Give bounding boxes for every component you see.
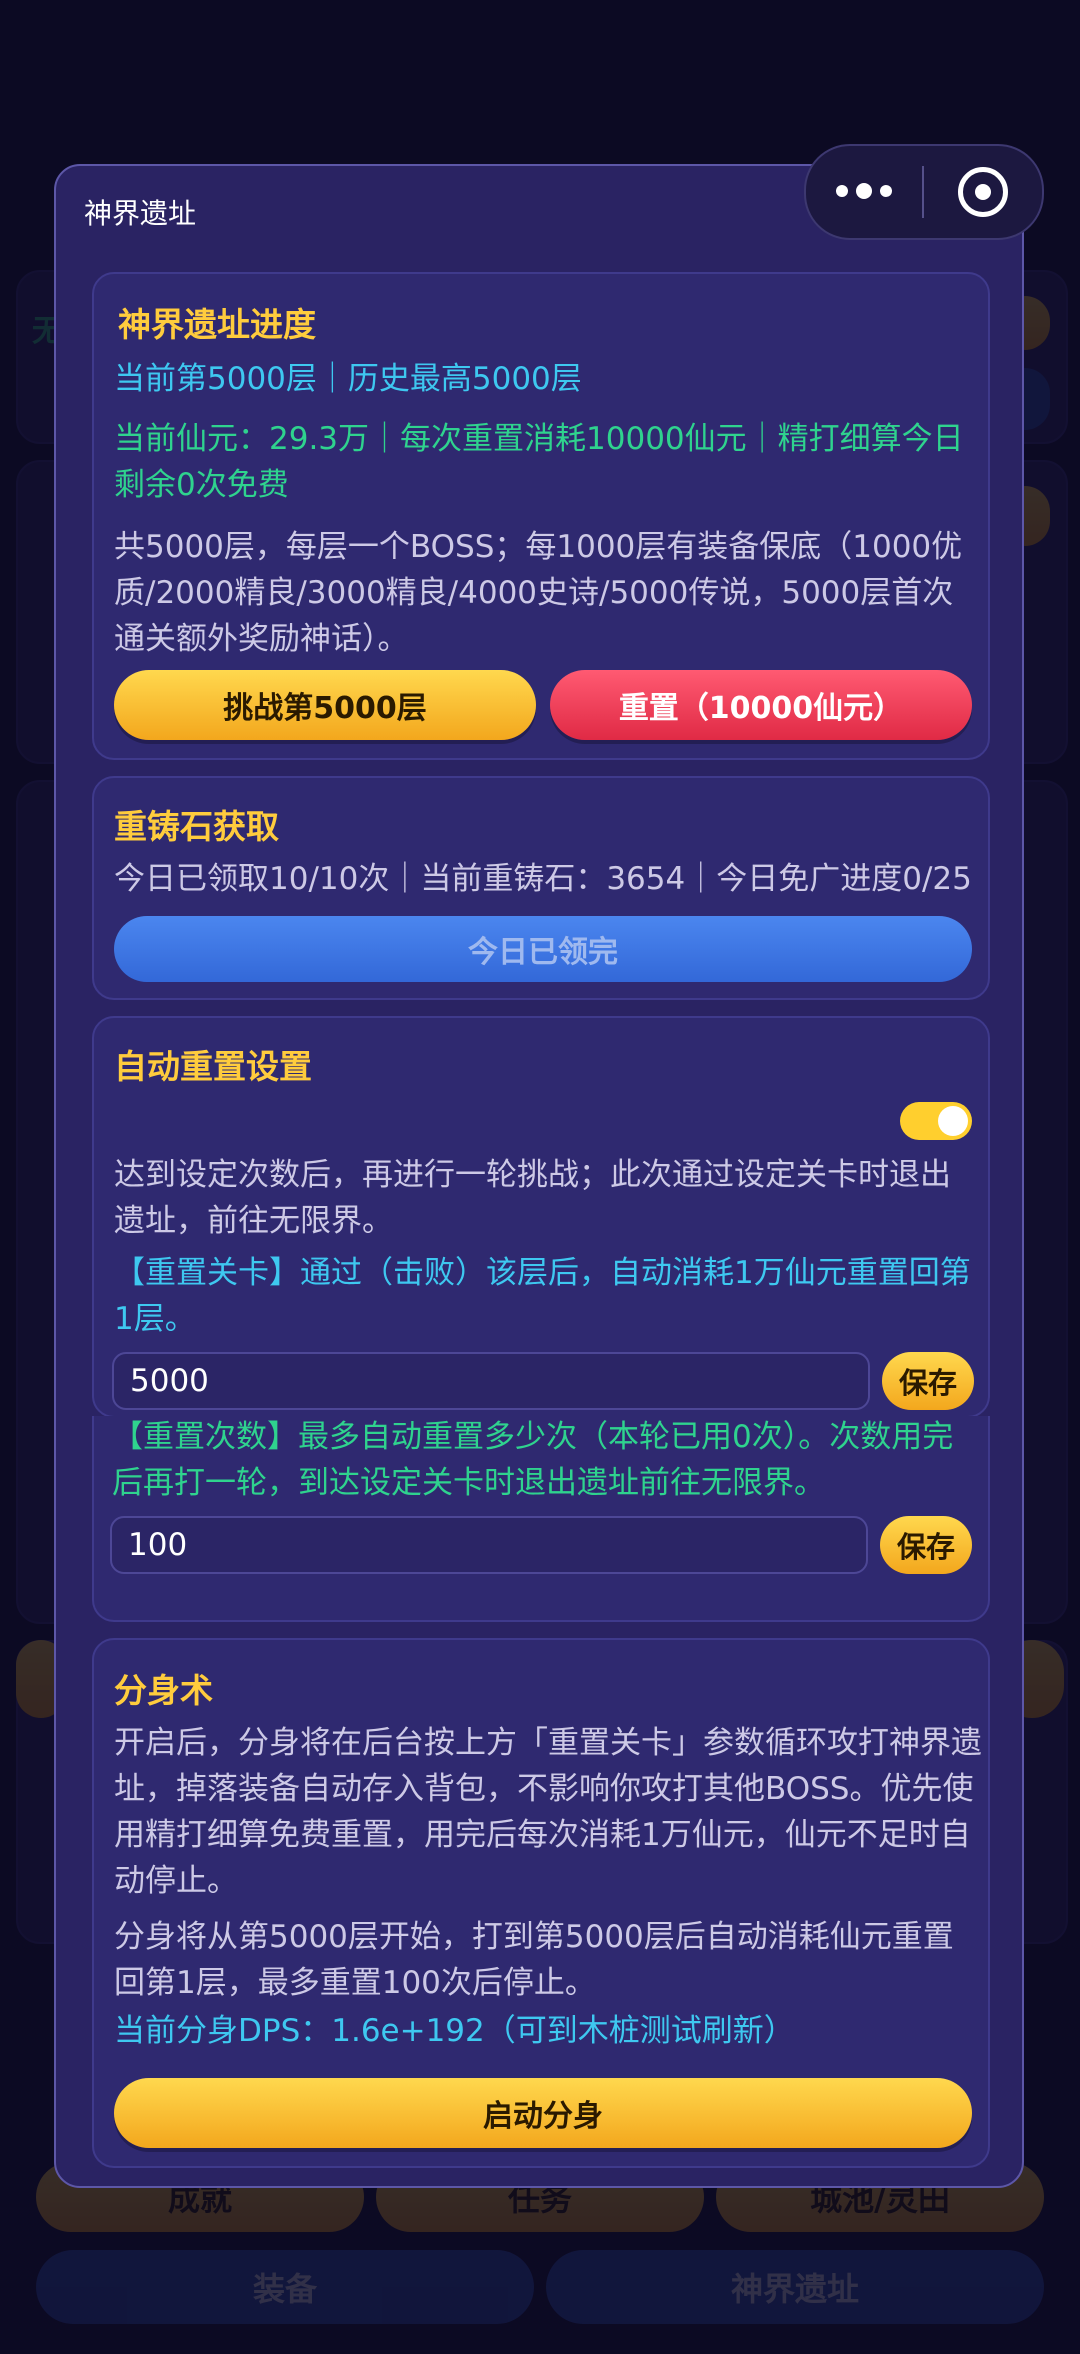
auto-reset-title: 自动重置设置 bbox=[114, 1047, 312, 1086]
reset-stage-input[interactable]: 5000 bbox=[112, 1352, 870, 1410]
ruins-modal: 神界遗址 神界遗址进度 当前第5000层｜历史最高5000层 当前仙元：29.3… bbox=[54, 164, 1024, 2188]
save-count-button[interactable]: 保存 bbox=[880, 1516, 972, 1574]
count-desc: 【重置次数】最多自动重置多少次（本轮已用0次）。次数用完后再打一轮，到达设定关卡… bbox=[112, 1419, 954, 1501]
reforge-info: 今日已领取10/10次｜当前重铸石：3654｜今日免广进度0/25 bbox=[114, 861, 972, 897]
clone-title: 分身术 bbox=[114, 1671, 213, 1710]
reforge-title: 重铸石获取 bbox=[114, 807, 279, 846]
progress-desc: 共5000层，每层一个BOSS；每1000层有装备保底（1000优质/2000精… bbox=[114, 529, 963, 657]
miniprogram-capsule bbox=[804, 144, 1044, 240]
clone-desc-2: 分身将从第5000层开始，打到第5000层后自动消耗仙元重置回第1层，最多重置1… bbox=[114, 1919, 954, 2001]
progress-title: 神界遗址进度 bbox=[118, 305, 316, 344]
start-clone-button[interactable]: 启动分身 bbox=[114, 2078, 972, 2148]
reset-button[interactable]: 重置（10000仙元） bbox=[550, 670, 972, 740]
reforge-section: 重铸石获取 今日已领取10/10次｜当前重铸石：3654｜今日免广进度0/25 … bbox=[92, 776, 990, 1000]
currency-line: 当前仙元：29.3万｜每次重置消耗10000仙元｜精打细算今日剩余0次免费 bbox=[114, 421, 964, 503]
reset-count-input[interactable]: 100 bbox=[110, 1516, 868, 1574]
modal-title: 神界遗址 bbox=[84, 197, 197, 230]
auto-reset-desc: 达到设定次数后，再进行一轮挑战；此次通过设定关卡时退出遗址，前往无限界。 bbox=[114, 1157, 951, 1239]
clone-dps: 当前分身DPS：1.6e+192（可到木桩测试刷新） bbox=[114, 2013, 795, 2049]
save-stage-button[interactable]: 保存 bbox=[882, 1352, 974, 1410]
challenge-button[interactable]: 挑战第5000层 bbox=[114, 670, 536, 740]
clone-section: 分身术 开启后，分身将在后台按上方「重置关卡」参数循环攻打神界遗址，掉落装备自动… bbox=[92, 1638, 990, 2168]
auto-reset-section: 自动重置设置 达到设定次数后，再进行一轮挑战；此次通过设定关卡时退出遗址，前往无… bbox=[92, 1016, 990, 1418]
clone-desc-1: 开启后，分身将在后台按上方「重置关卡」参数循环攻打神界遗址，掉落装备自动存入背包… bbox=[114, 1725, 982, 1899]
stage-desc: 【重置关卡】通过（击败）该层后，自动消耗1万仙元重置回第1层。 bbox=[114, 1255, 971, 1337]
progress-section: 神界遗址进度 当前第5000层｜历史最高5000层 当前仙元：29.3万｜每次重… bbox=[92, 272, 990, 760]
target-close-icon[interactable] bbox=[924, 167, 1042, 217]
auto-reset-section-lower: 【重置次数】最多自动重置多少次（本轮已用0次）。次数用完后再打一轮，到达设定关卡… bbox=[92, 1416, 990, 1622]
floor-line: 当前第5000层｜历史最高5000层 bbox=[114, 361, 582, 397]
auto-reset-toggle[interactable] bbox=[900, 1102, 972, 1140]
more-dots-icon[interactable] bbox=[806, 183, 922, 199]
toggle-knob bbox=[938, 1106, 968, 1136]
claim-button[interactable]: 今日已领完 bbox=[114, 916, 972, 982]
